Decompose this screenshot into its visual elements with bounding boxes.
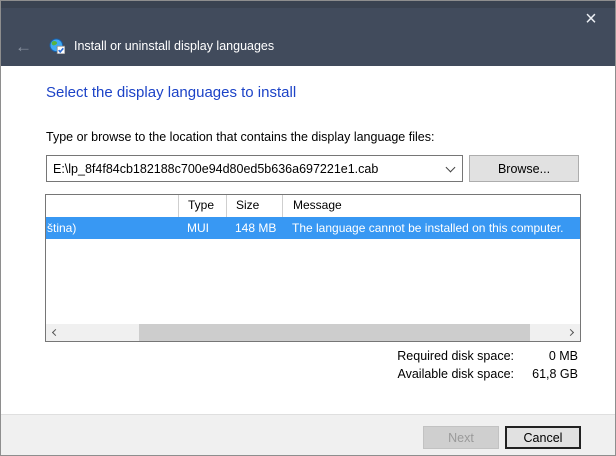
column-header-message[interactable]: Message	[282, 195, 580, 217]
required-disk-space-value: 0 MB	[514, 349, 578, 363]
back-button[interactable]: ←	[15, 38, 32, 55]
location-input[interactable]	[47, 156, 438, 181]
language-size-cell: 148 MB	[226, 221, 282, 235]
disk-space-summary: Required disk space: 0 MB Available disk…	[397, 349, 578, 385]
window-title: Install or uninstall display languages	[74, 39, 274, 53]
scrollbar-thumb[interactable]	[139, 324, 530, 341]
scroll-left-button[interactable]	[46, 324, 63, 341]
available-disk-space-label: Available disk space:	[397, 367, 514, 381]
footer-bar: Next Cancel	[1, 414, 615, 455]
cancel-button[interactable]: Cancel	[505, 426, 581, 449]
close-button[interactable]: ×	[575, 5, 607, 33]
scroll-right-button[interactable]	[563, 324, 580, 341]
browse-button[interactable]: Browse...	[469, 155, 579, 182]
browse-button-label: Browse...	[498, 162, 550, 176]
chevron-down-icon	[445, 162, 455, 172]
table-row[interactable]: ština) MUI 148 MB The language cannot be…	[46, 217, 580, 239]
horizontal-scrollbar[interactable]	[46, 324, 580, 341]
location-label: Type or browse to the location that cont…	[46, 130, 434, 144]
titlebar-top-strip	[1, 1, 615, 8]
required-disk-space-label: Required disk space:	[397, 349, 514, 363]
available-disk-space-row: Available disk space: 61,8 GB	[397, 367, 578, 381]
language-message-cell: The language cannot be installed on this…	[282, 221, 580, 235]
language-type-cell: MUI	[178, 221, 226, 235]
required-disk-space-row: Required disk space: 0 MB	[397, 349, 578, 363]
location-combobox[interactable]	[46, 155, 463, 182]
next-button-label: Next	[448, 431, 474, 445]
column-header-type[interactable]: Type	[178, 195, 226, 217]
combobox-dropdown-button[interactable]	[438, 156, 462, 181]
chevron-left-icon	[52, 329, 59, 336]
available-disk-space-value: 61,8 GB	[514, 367, 578, 381]
navigation-row: ← Install or uninstall display languages	[1, 30, 615, 62]
cancel-button-label: Cancel	[524, 431, 563, 445]
page-title: Select the display languages to install	[46, 84, 296, 101]
next-button[interactable]: Next	[423, 426, 499, 449]
list-header: Type Size Message	[46, 195, 580, 217]
titlebar: × ← Install or uninstall display languag…	[1, 1, 615, 66]
chevron-right-icon	[567, 329, 574, 336]
language-list[interactable]: Type Size Message ština) MUI 148 MB The …	[45, 194, 581, 342]
language-name-cell: ština)	[46, 221, 178, 235]
install-display-languages-dialog: × ← Install or uninstall display languag…	[0, 0, 616, 456]
close-icon: ×	[585, 9, 597, 29]
display-language-globe-icon	[49, 38, 65, 54]
column-header-size[interactable]: Size	[226, 195, 282, 217]
column-header-name[interactable]	[46, 195, 178, 217]
